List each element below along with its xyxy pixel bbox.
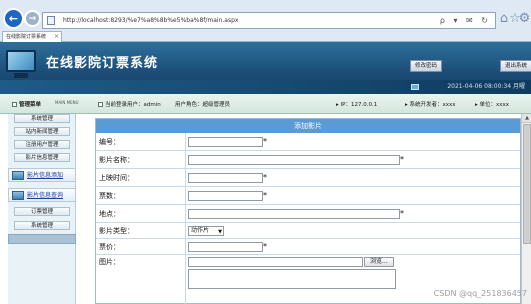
menu-label: 管理菜单 (12, 100, 41, 108)
gear-icon[interactable]: ⚙ (518, 11, 531, 27)
browse-button[interactable]: 浏览... (364, 257, 394, 267)
sidebar-item-users[interactable]: 注册用户管理 (14, 140, 70, 149)
browser-window: { "browser": { "address": "http://localh… (0, 0, 531, 304)
tickets-input[interactable] (188, 191, 263, 201)
film-icon (12, 191, 24, 200)
user-icon (98, 102, 103, 107)
price-label: 票价： (96, 239, 186, 254)
form-row-id: 编号： * (96, 133, 520, 151)
developer-info: ▸ 系统开发者：xxxx (405, 102, 456, 108)
monitor-icon (6, 50, 36, 72)
image-file-input[interactable] (188, 257, 363, 267)
genre-label: 影片类型： (96, 223, 186, 238)
menu-sub: MAIN MENU (55, 100, 79, 105)
form-row-release: 上映时间： * (96, 169, 520, 187)
scroll-thumb[interactable] (523, 124, 531, 244)
clock-icon (411, 84, 419, 90)
form-row-price: 票价： * (96, 239, 520, 255)
price-input[interactable] (188, 242, 263, 252)
sidebar-item-news[interactable]: 站内新闻管理 (14, 127, 70, 136)
form-row-venue: 地点： * (96, 205, 520, 223)
form-row-genre: 影片类型： 动作片 ▼ (96, 223, 520, 239)
required-mark: * (263, 137, 267, 146)
address-bar[interactable]: http://localhost:8293/%e7%a8%8b%e5%ba%8f… (42, 12, 496, 29)
sidebar-item-query-movie[interactable]: 影片信息查询 (8, 188, 76, 202)
tickets-label: 票数： (96, 187, 186, 204)
sidebar-item-system[interactable]: 系统管理 (14, 114, 70, 123)
vertical-scrollbar[interactable]: ▲ (521, 114, 531, 304)
watermark: CSDN @qq_251836457 (433, 289, 527, 298)
address-actions-icon[interactable]: ρ ▾ ✉ ↻ (440, 13, 491, 28)
genre-select[interactable]: 动作片 ▼ (188, 226, 224, 236)
required-mark: * (400, 209, 404, 218)
required-mark: * (263, 173, 267, 182)
form-title: 添加影片 (96, 119, 520, 133)
id-label: 编号： (96, 133, 186, 150)
image-preview-box (188, 269, 396, 289)
current-user: 当前登录用户：admin (98, 100, 161, 108)
form-row-name: 影片名称： * (96, 151, 520, 169)
back-button[interactable]: ← (3, 8, 24, 29)
address-text: http://localhost:8293/%e7%a8%8b%e5%ba%8f… (63, 17, 239, 24)
form-row-tickets: 票数： * (96, 187, 520, 205)
sidebar: 系统管理 站内新闻管理 注册用户管理 影片信息管理 影片信息添加 影片信息查询 … (8, 114, 76, 304)
scroll-up-icon[interactable]: ▲ (522, 114, 531, 123)
datetime-text: 2021-04-06 08:00:34 月曜 (447, 83, 525, 90)
name-label: 影片名称： (96, 151, 186, 168)
logout-button[interactable]: 退出系统 (500, 60, 531, 72)
image-label: 图片： (96, 255, 186, 304)
header-banner: 在线影院订票系统 修改密码 退出系统 2021-04-06 08:00:34 月… (0, 42, 531, 94)
sidebar-item-system-2[interactable]: 系统管理 (14, 221, 70, 230)
datetime-bar: 2021-04-06 08:00:34 月曜 (0, 80, 531, 94)
sidebar-footer (8, 234, 76, 244)
monitor-stand-icon (14, 73, 28, 78)
tab-title: 在线影院订票系统 (6, 34, 47, 40)
browser-toolbar: ← → http://localhost:8293/%e7%a8%8b%e5%b… (0, 0, 531, 42)
unit-info: ▸ 单位：xxxx (475, 102, 510, 108)
forward-button[interactable]: → (24, 10, 41, 27)
menu-icon (12, 102, 17, 107)
close-icon[interactable]: × (54, 32, 59, 42)
venue-label: 地点： (96, 205, 186, 222)
film-icon (12, 171, 24, 180)
name-input[interactable] (188, 155, 400, 165)
user-role: 用户角色：超级管理员 (175, 102, 231, 108)
id-input[interactable] (188, 137, 263, 147)
release-input[interactable] (188, 173, 263, 183)
status-bar: 管理菜单 MAIN MENU 当前登录用户：admin 用户角色：超级管理员 ▸… (0, 94, 531, 114)
browser-tab[interactable]: 在线影院订票系统 × (2, 31, 62, 42)
sidebar-item-movies[interactable]: 影片信息管理 (14, 153, 70, 162)
required-mark: * (400, 155, 404, 164)
release-label: 上映时间： (96, 169, 186, 186)
required-mark: * (263, 191, 267, 200)
app-title: 在线影院订票系统 (46, 56, 159, 71)
page-icon (47, 16, 55, 25)
chevron-down-icon: ▼ (218, 229, 222, 235)
ip-info: ▸ IP：127.0.0.1 (336, 102, 378, 108)
required-mark: * (263, 242, 267, 251)
venue-input[interactable] (188, 209, 400, 219)
change-password-button[interactable]: 修改密码 (410, 60, 443, 72)
sidebar-item-tickets[interactable]: 订票管理 (14, 207, 70, 216)
add-movie-form: 添加影片 编号： * 影片名称： * 上映时间： * 票数： * 地点： * 影… (95, 118, 521, 304)
sidebar-item-add-movie[interactable]: 影片信息添加 (8, 168, 76, 182)
